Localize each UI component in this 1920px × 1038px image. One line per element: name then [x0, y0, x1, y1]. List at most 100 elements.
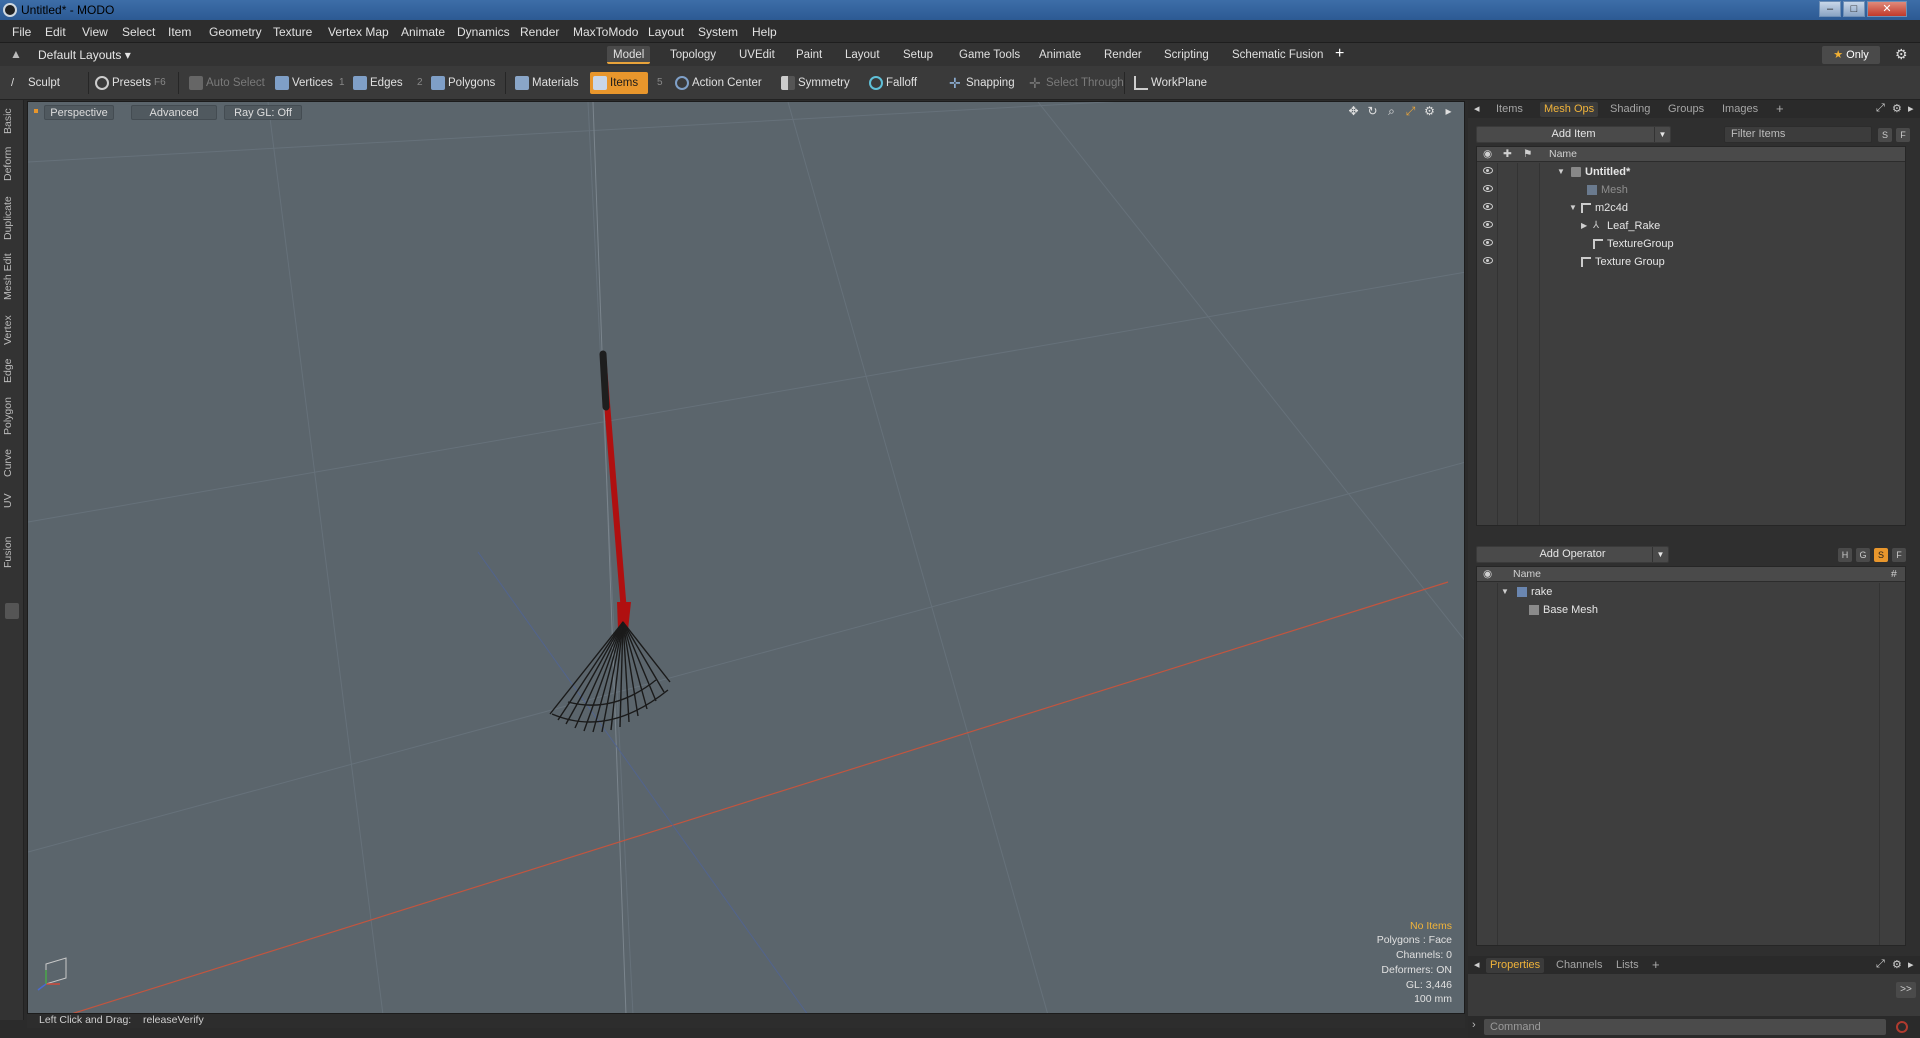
vtab-curve[interactable]: Curve — [2, 446, 22, 480]
expand-arrow-icon[interactable]: ▼ — [1569, 199, 1577, 217]
panel-settings-icon[interactable]: ⚙ — [1892, 958, 1902, 971]
tab-images[interactable]: Images — [1718, 102, 1762, 117]
operator-row-base-mesh[interactable]: Base Mesh — [1477, 601, 1905, 619]
more-button[interactable]: >> — [1896, 982, 1916, 998]
eye-icon[interactable] — [1483, 239, 1493, 246]
tab-items[interactable]: Items — [1492, 102, 1527, 117]
menu-help[interactable]: Help — [752, 25, 777, 39]
only-button[interactable]: ★ Only — [1822, 46, 1880, 64]
layouts-dropdown[interactable]: Default Layouts ▾ — [38, 48, 131, 62]
3d-viewport[interactable]: Perspective Advanced Ray GL: Off ✥ ↻ ⌕ ⤢ ⚙ ▸ … — [27, 101, 1465, 1014]
panel-menu-icon[interactable]: ◂ — [1474, 958, 1480, 971]
tab-setup[interactable]: Setup — [897, 46, 939, 64]
gear-icon[interactable]: ⚙ — [1895, 46, 1908, 63]
tab-topology[interactable]: Topology — [664, 46, 722, 64]
tree-row-texturegroup[interactable]: TextureGroup — [1477, 235, 1905, 253]
menu-maxtomodo[interactable]: MaxToModo — [573, 25, 638, 39]
rotate-view-icon[interactable]: ↻ — [1363, 104, 1382, 118]
add-layout-tab-icon[interactable]: + — [1335, 45, 1344, 63]
menu-view[interactable]: View — [82, 25, 108, 39]
select-through-button[interactable]: ✛ Select Through — [1026, 72, 1124, 94]
menu-file[interactable]: File — [12, 25, 31, 39]
add-panel-tab-icon[interactable]: + — [1776, 101, 1784, 116]
close-button[interactable]: ✕ — [1867, 1, 1907, 17]
menu-select[interactable]: Select — [122, 25, 155, 39]
tab-channels[interactable]: Channels — [1552, 958, 1606, 973]
operator-g-button[interactable]: G — [1856, 548, 1870, 562]
workplane-button[interactable]: WorkPlane — [1131, 72, 1207, 94]
eye-icon[interactable] — [1483, 203, 1493, 210]
minimize-button[interactable]: – — [1819, 1, 1841, 17]
materials-button[interactable]: Materials — [512, 72, 579, 94]
items-button[interactable]: Items — [590, 72, 649, 94]
item-list[interactable]: ◉ ✚ ⚑ Name ▼ Untitled* Mesh ▼ m2c4d ▶ ⅄ … — [1476, 146, 1906, 526]
operator-h-button[interactable]: H — [1838, 548, 1852, 562]
menu-vertex-map[interactable]: Vertex Map — [328, 25, 389, 39]
snapping-button[interactable]: ✛ Snapping — [946, 72, 1015, 94]
vtab-vertex[interactable]: Vertex — [2, 312, 22, 348]
vtab-mesh-edit[interactable]: Mesh Edit — [2, 252, 22, 302]
vertices-button[interactable]: Vertices — [272, 72, 333, 94]
menu-system[interactable]: System — [698, 25, 738, 39]
panel-arrow-icon[interactable]: ▸ — [1908, 102, 1914, 115]
tab-shading[interactable]: Shading — [1606, 102, 1654, 117]
tree-row-m2c4d[interactable]: ▼ m2c4d — [1477, 199, 1905, 217]
viewport-menu-dot[interactable] — [34, 109, 38, 113]
panel-menu-icon[interactable]: ◂ — [1474, 102, 1480, 115]
vtab-deform[interactable]: Deform — [2, 144, 22, 184]
tab-lists[interactable]: Lists — [1612, 958, 1643, 973]
shading-mode-button[interactable]: Advanced — [131, 105, 217, 120]
vtab-polygon[interactable]: Polygon — [2, 394, 22, 438]
tab-paint[interactable]: Paint — [790, 46, 828, 64]
eye-icon[interactable] — [1483, 257, 1493, 264]
sculpt-button[interactable]: / Sculpt — [8, 72, 60, 94]
vtab-edge[interactable]: Edge — [2, 356, 22, 386]
tab-properties[interactable]: Properties — [1486, 958, 1545, 973]
tab-model[interactable]: Model — [607, 46, 651, 64]
raygl-button[interactable]: Ray GL: Off — [224, 105, 302, 120]
viewport-expand-icon[interactable]: ▸ — [1439, 104, 1458, 118]
fit-view-icon[interactable]: ⤢ — [1401, 104, 1420, 119]
menu-texture[interactable]: Texture — [273, 25, 312, 39]
falloff-button[interactable]: Falloff — [866, 72, 917, 94]
edges-button[interactable]: Edges — [350, 72, 403, 94]
tree-row-mesh[interactable]: Mesh — [1477, 181, 1905, 199]
tab-render[interactable]: Render — [1098, 46, 1148, 64]
expand-arrow-icon[interactable]: ▶ — [1581, 217, 1587, 235]
menu-edit[interactable]: Edit — [45, 25, 66, 39]
zoom-view-icon[interactable]: ⌕ — [1382, 104, 1401, 119]
tab-scripting[interactable]: Scripting — [1158, 46, 1215, 64]
menu-animate[interactable]: Animate — [401, 25, 445, 39]
eye-icon[interactable] — [1483, 185, 1493, 192]
command-input[interactable]: Command — [1484, 1019, 1886, 1035]
add-panel-tab-icon[interactable]: + — [1652, 957, 1660, 972]
tree-row-untitled[interactable]: ▼ Untitled* — [1477, 163, 1905, 181]
maximize-button[interactable]: □ — [1843, 1, 1865, 17]
menu-item[interactable]: Item — [168, 25, 191, 39]
vtab-basic[interactable]: Basic — [2, 104, 22, 138]
tab-game-tools[interactable]: Game Tools — [953, 46, 1026, 64]
filter-s-button[interactable]: S — [1878, 128, 1892, 142]
symmetry-button[interactable]: Symmetry — [778, 72, 850, 94]
collapse-arrow-icon[interactable]: ▲ — [10, 47, 22, 61]
operator-list[interactable]: ◉ Name # ▼ rake Base Mesh — [1476, 566, 1906, 946]
vtab-duplicate[interactable]: Duplicate — [2, 192, 22, 244]
operator-s-button[interactable]: S — [1874, 548, 1888, 562]
tab-mesh-ops[interactable]: Mesh Ops — [1540, 102, 1599, 117]
command-history-icon[interactable]: › — [1472, 1019, 1476, 1031]
vtab-uv[interactable]: UV — [2, 490, 22, 512]
add-item-button[interactable]: Add Item ▼ — [1476, 126, 1671, 143]
move-view-icon[interactable]: ✥ — [1344, 104, 1363, 118]
tab-uvedit[interactable]: UVEdit — [733, 46, 781, 64]
operator-row-rake[interactable]: ▼ rake — [1477, 583, 1905, 601]
menu-render[interactable]: Render — [520, 25, 559, 39]
panel-expand-icon[interactable]: ⤢ — [1876, 102, 1885, 115]
tab-schematic-fusion[interactable]: Schematic Fusion — [1226, 46, 1329, 64]
tab-animate[interactable]: Animate — [1033, 46, 1087, 64]
expand-arrow-icon[interactable]: ▼ — [1501, 583, 1509, 601]
tab-layout[interactable]: Layout — [839, 46, 886, 64]
filter-items-input[interactable]: Filter Items — [1724, 126, 1872, 143]
vtab-fusion[interactable]: Fusion — [2, 532, 22, 572]
panel-expand-icon[interactable]: ⤢ — [1876, 958, 1885, 971]
panel-settings-icon[interactable]: ⚙ — [1892, 102, 1902, 115]
